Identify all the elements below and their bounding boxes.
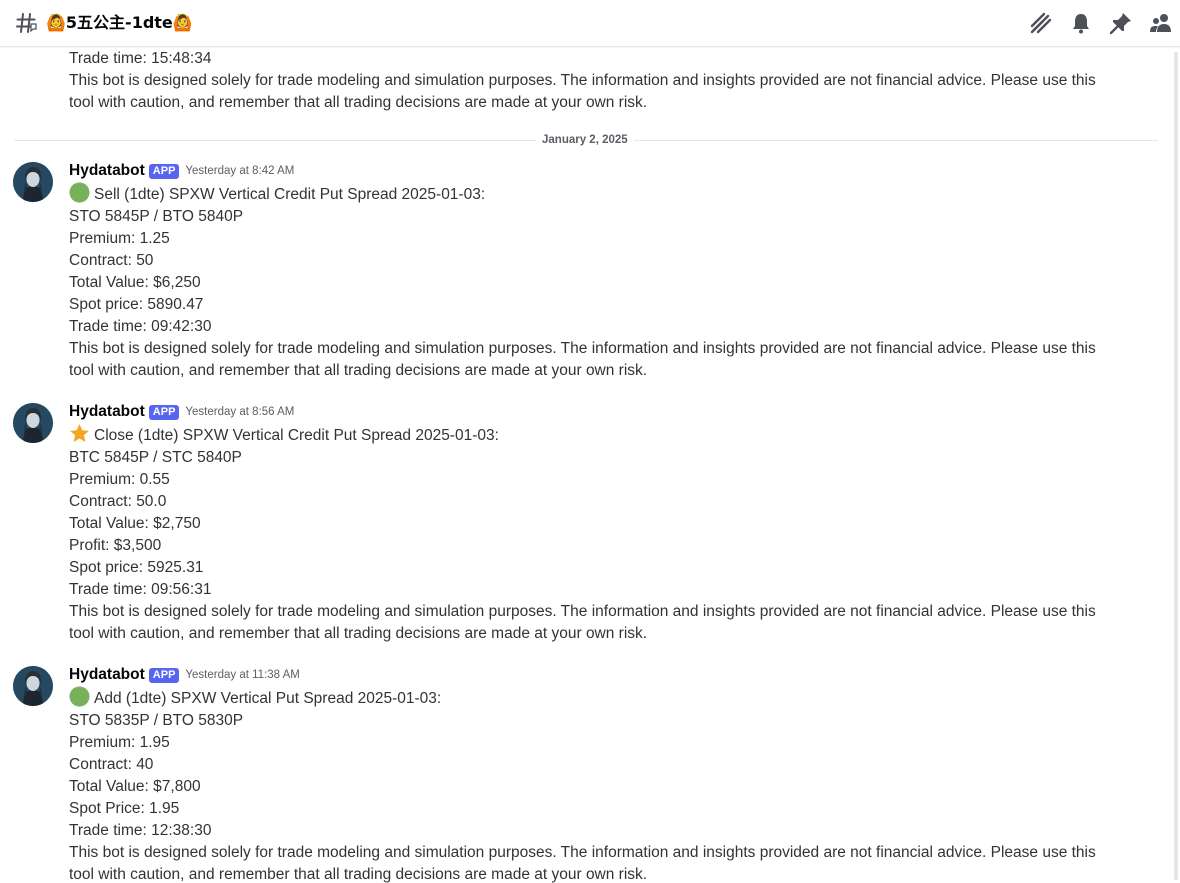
channel-name: 🙆5五公主-1dte🙆 <box>46 13 193 32</box>
username[interactable]: Hydatabot <box>69 666 145 684</box>
contract-line: Contract: 50.0 <box>69 493 167 510</box>
channel-header: 🙆5五公主-1dte🙆 <box>0 0 1180 47</box>
trade-time-line: Trade time: 12:38:30 <box>69 822 212 839</box>
bot-avatar-image <box>13 666 53 706</box>
legs-line: STO 5835P / BTO 5830P <box>69 712 244 729</box>
green-circle-icon <box>69 686 90 707</box>
app-badge: APP <box>148 667 180 683</box>
star-icon <box>70 424 89 442</box>
date-divider-label: January 2, 2025 <box>536 132 634 148</box>
timestamp[interactable]: Yesterday at 11:38 AM <box>185 669 299 681</box>
legs-line: STO 5845P / BTO 5840P <box>69 208 244 225</box>
disclaimer-text: This bot is designed solely for trade mo… <box>69 603 1096 642</box>
avatar[interactable] <box>13 666 53 706</box>
premium-line: Premium: 0.55 <box>69 471 170 488</box>
total-value-line: Total Value: $7,800 <box>69 778 201 795</box>
disclaimer-text: This bot is designed solely for trade mo… <box>69 72 1096 111</box>
members-icon[interactable] <box>1149 11 1173 35</box>
disclaimer-text: This bot is designed solely for trade mo… <box>69 844 1096 883</box>
green-circle-icon <box>69 182 90 203</box>
legs-line: BTC 5845P / STC 5840P <box>69 449 242 466</box>
message-title-line: Close (1dte) SPXW Vertical Credit Put Sp… <box>69 423 1119 447</box>
trade-time-line: Trade time: 15:48:34 <box>69 50 212 67</box>
bot-avatar-image <box>13 403 53 443</box>
trade-time-line: Trade time: 09:42:30 <box>69 318 212 335</box>
spot-price-line: Spot price: 5925.31 <box>69 559 204 576</box>
text-channel-threads-icon <box>16 13 37 33</box>
premium-line: Premium: 1.25 <box>69 230 170 247</box>
disclaimer-text: This bot is designed solely for trade mo… <box>69 340 1096 379</box>
previous-message-tail: Trade time: 15:48:34 This bot is designe… <box>69 48 1119 114</box>
premium-line: Premium: 1.95 <box>69 734 170 751</box>
pin-icon[interactable] <box>1109 11 1133 35</box>
message-list[interactable]: Trade time: 15:48:34 This bot is designe… <box>0 48 1172 883</box>
trade-action-text: Sell (1dte) SPXW Vertical Credit Put Spr… <box>94 186 486 203</box>
message-header: Hydatabot APP Yesterday at 8:42 AM <box>69 160 1119 182</box>
spot-price-line: Spot Price: 1.95 <box>69 800 180 817</box>
scrollbar[interactable] <box>1174 52 1178 880</box>
message-header: Hydatabot APP Yesterday at 11:38 AM <box>69 664 1119 686</box>
avatar[interactable] <box>13 162 53 202</box>
app-badge: APP <box>148 404 180 420</box>
spot-price-line: Spot price: 5890.47 <box>69 296 204 313</box>
message-title-line: Add (1dte) SPXW Vertical Put Spread 2025… <box>69 686 1119 710</box>
total-value-line: Total Value: $6,250 <box>69 274 201 291</box>
avatar[interactable] <box>13 403 53 443</box>
contract-line: Contract: 40 <box>69 756 154 773</box>
trade-time-line: Trade time: 09:56:31 <box>69 581 212 598</box>
message: Hydatabot APP Yesterday at 8:56 AM Close… <box>69 401 1119 645</box>
trade-action-text: Close (1dte) SPXW Vertical Credit Put Sp… <box>94 427 499 444</box>
total-value-line: Total Value: $2,750 <box>69 515 201 532</box>
message-title-line: Sell (1dte) SPXW Vertical Credit Put Spr… <box>69 182 1119 206</box>
bell-icon[interactable] <box>1069 11 1093 35</box>
message: Hydatabot APP Yesterday at 11:38 AM Add … <box>69 664 1119 883</box>
bot-avatar-image <box>13 162 53 202</box>
message: Hydatabot APP Yesterday at 8:42 AM Sell … <box>69 160 1119 382</box>
contract-line: Contract: 50 <box>69 252 154 269</box>
timestamp[interactable]: Yesterday at 8:42 AM <box>185 165 294 177</box>
timestamp[interactable]: Yesterday at 8:56 AM <box>185 406 294 418</box>
profit-line: Profit: $3,500 <box>69 537 162 554</box>
trade-action-text: Add (1dte) SPXW Vertical Put Spread 2025… <box>94 690 442 707</box>
threads-icon[interactable] <box>1029 11 1053 35</box>
app-badge: APP <box>148 163 180 179</box>
username[interactable]: Hydatabot <box>69 162 145 180</box>
message-header: Hydatabot APP Yesterday at 8:56 AM <box>69 401 1119 423</box>
username[interactable]: Hydatabot <box>69 403 145 421</box>
